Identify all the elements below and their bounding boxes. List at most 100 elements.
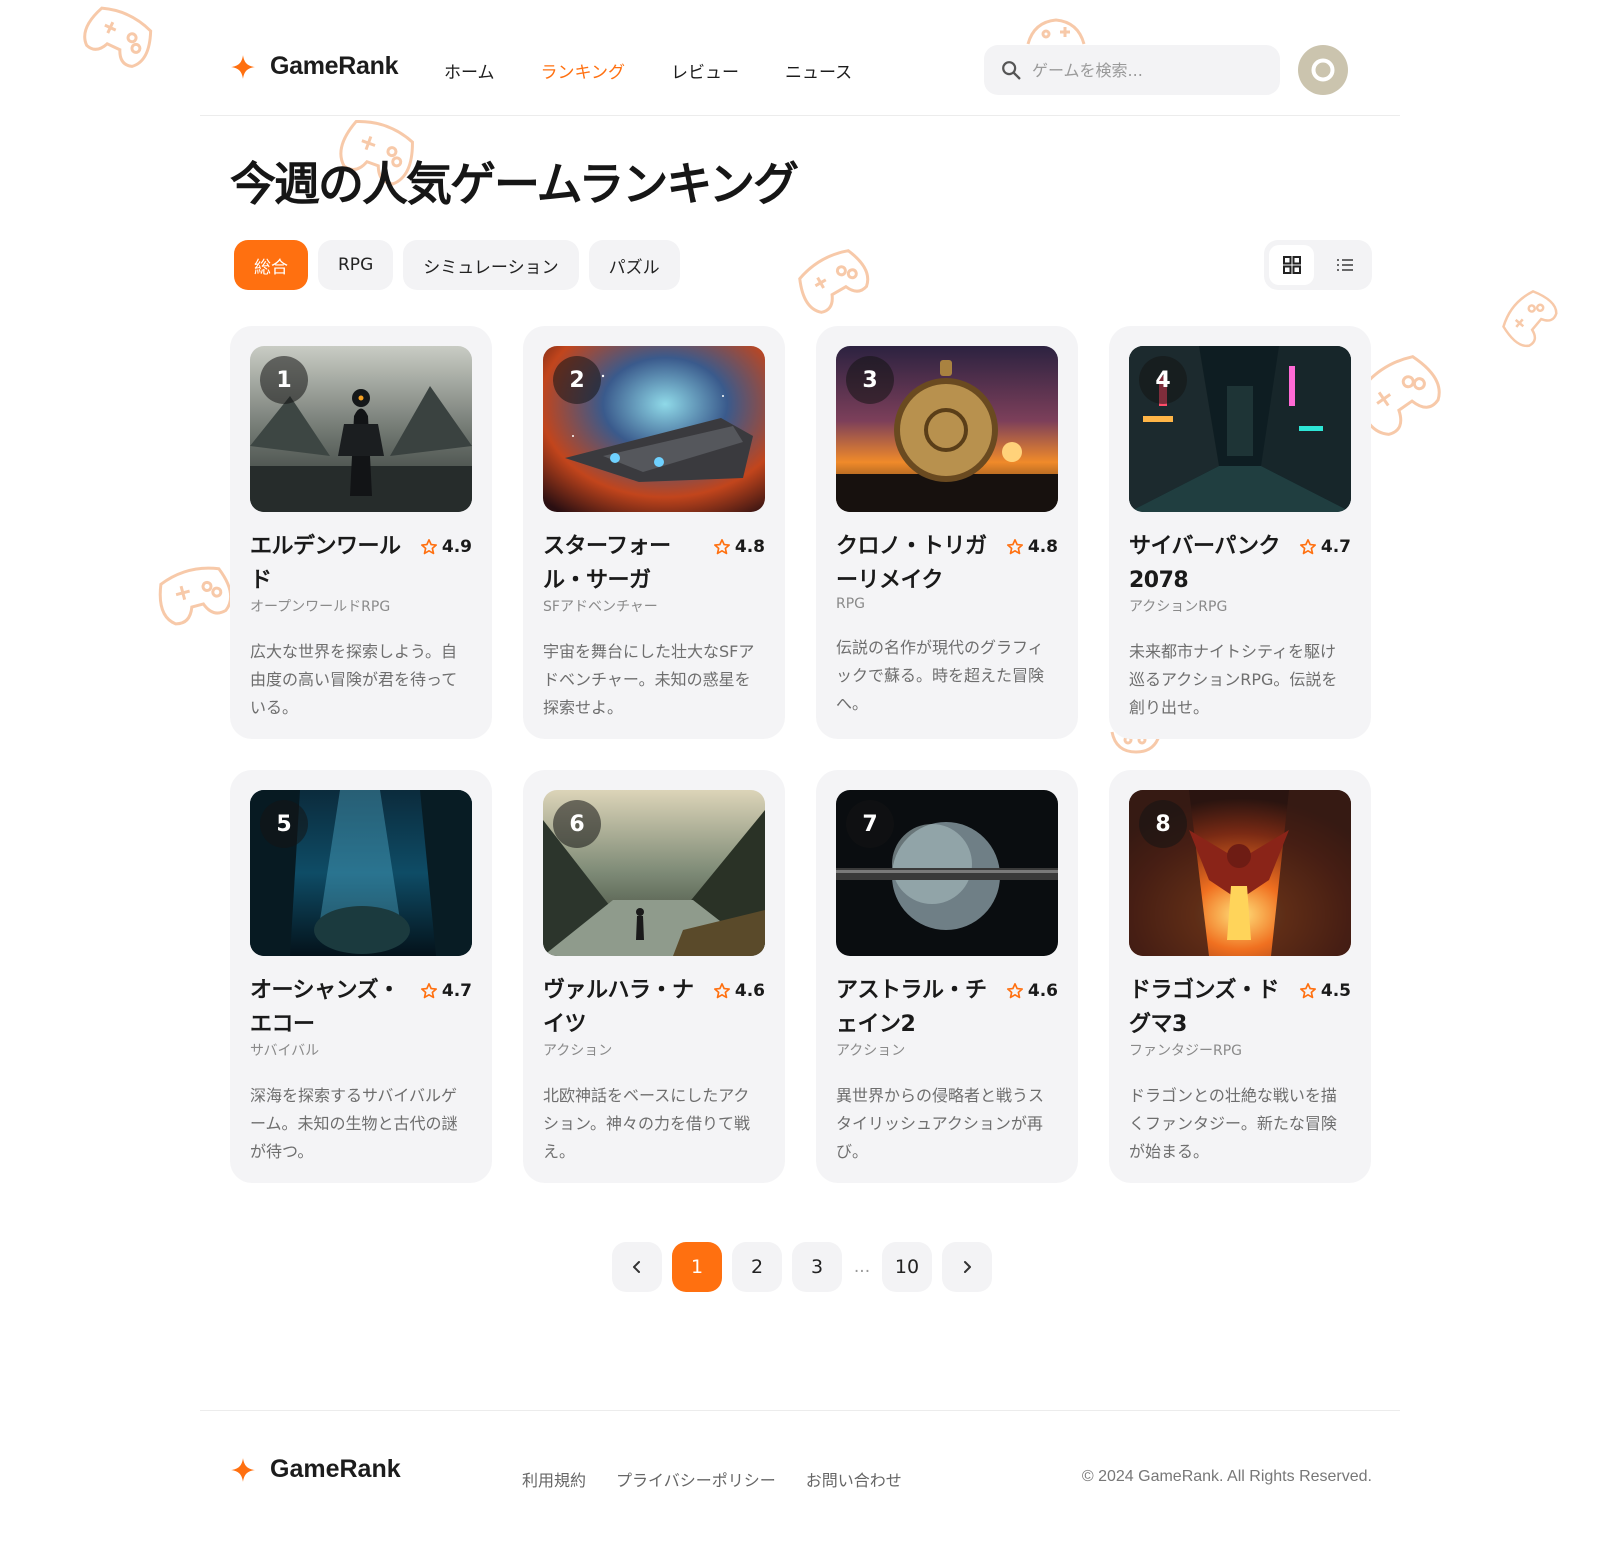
game-card[interactable]: 8 ドラゴンズ・ドグマ3 4.5 ファンタジーRPG ドラゴンとの壮絶な戦いを描… [1109, 770, 1371, 1183]
game-card[interactable]: 7 アストラル・チェイン2 4.6 アクション 異世界からの侵略者と戦うスタイリ… [816, 770, 1078, 1183]
prev-page-button[interactable] [612, 1242, 662, 1292]
rating-value: 4.7 [441, 981, 472, 1001]
page-3-button[interactable]: 3 [792, 1242, 842, 1292]
game-genre: オープンワールドRPG [250, 599, 391, 615]
nav-news[interactable]: ニュース [785, 58, 852, 83]
page-2-button[interactable]: 2 [732, 1242, 782, 1292]
game-card[interactable]: 6 ヴァルハラ・ナイツ 4.6 アクション 北欧神話をベースにしたアクション。神… [523, 770, 785, 1183]
brand[interactable]: GameRank [230, 52, 399, 81]
grid-view-button[interactable] [1269, 245, 1314, 285]
rank-badge: 2 [553, 356, 601, 404]
game-card[interactable]: 1 エルデンワールド 4.9 オープンワールドRPG 広大な世界を探索しよう。自… [230, 326, 492, 739]
chevron-right-icon [964, 1261, 971, 1273]
sparkle-icon [231, 54, 255, 79]
rating: 4.8 [1006, 530, 1058, 564]
game-thumbnail: 8 [1129, 790, 1351, 956]
nav-ranking[interactable]: ランキング [541, 58, 626, 83]
star-icon [1006, 539, 1023, 555]
game-title: アストラル・チェイン2 [836, 978, 987, 1037]
game-title: ドラゴンズ・ドグマ3 [1129, 978, 1280, 1037]
ranking-grid: 1 エルデンワールド 4.9 オープンワールドRPG 広大な世界を探索しよう。自… [230, 326, 1374, 1183]
rank-badge: 4 [1139, 356, 1187, 404]
main-nav: ホーム ランキング レビュー ニュース [444, 58, 852, 83]
controller-doodle-icon [798, 249, 870, 314]
game-genre: サバイバル [250, 1043, 320, 1059]
rating: 4.6 [713, 974, 765, 1008]
game-title: スターフォール・サーガ [543, 534, 671, 593]
list-view-button[interactable] [1322, 245, 1367, 285]
search-icon [1002, 61, 1021, 80]
footer-brand-name: GameRank [270, 1455, 401, 1483]
site-footer: GameRank 利用規約 プライバシーポリシー お問い合わせ © 2024 G… [200, 1410, 1400, 1552]
star-icon [420, 539, 437, 555]
game-card[interactable]: 4 サイバーパンク2078 4.7 アクションRPG 未来都市ナイトシティを駆け… [1109, 326, 1371, 739]
game-genre: アクション [543, 1043, 613, 1059]
game-description: ドラゴンとの壮絶な戦いを描くファンタジー。新たな冒険が始まる。 [1129, 1086, 1337, 1161]
star-icon [1299, 539, 1316, 555]
game-title: オーシャンズ・エコー [250, 978, 400, 1037]
chevron-left-icon [633, 1261, 640, 1273]
game-card[interactable]: 2 スターフォール・サーガ 4.8 SFアドベンチャー 宇宙を舞台にした壮大なS… [523, 326, 785, 739]
game-genre: ファンタジーRPG [1129, 1043, 1243, 1059]
search-input[interactable] [1032, 60, 1252, 80]
rating-value: 4.6 [1027, 981, 1058, 1001]
rank-badge: 8 [1139, 800, 1187, 848]
footer-link-privacy[interactable]: プライバシーポリシー [616, 1467, 776, 1491]
game-thumbnail: 5 [250, 790, 472, 956]
star-icon [713, 539, 730, 555]
page-1-button[interactable]: 1 [672, 1242, 722, 1292]
copyright: © 2024 GameRank. All Rights Reserved. [1081, 1468, 1372, 1485]
game-title: エルデンワールド [250, 534, 401, 593]
nav-home[interactable]: ホーム [444, 58, 495, 83]
footer-link-contact[interactable]: お問い合わせ [806, 1467, 902, 1491]
rating: 4.7 [420, 974, 472, 1008]
rating: 4.9 [420, 530, 472, 564]
rating: 4.7 [1299, 530, 1351, 564]
filter-all[interactable]: 総合 [234, 240, 308, 290]
game-description: 深海を探索するサバイバルゲーム。未知の生物と古代の謎が待つ。 [250, 1086, 458, 1161]
footer-link-terms[interactable]: 利用規約 [522, 1467, 586, 1491]
controller-doodle-icon [83, 6, 153, 68]
footer-brand[interactable]: GameRank [230, 1455, 401, 1484]
game-thumbnail: 6 [543, 790, 765, 956]
rating: 4.8 [713, 530, 765, 564]
rating-value: 4.9 [441, 537, 472, 557]
view-toggle [1264, 240, 1372, 290]
rating-value: 4.8 [1027, 537, 1058, 557]
rating: 4.5 [1299, 974, 1351, 1008]
controller-doodle-icon [158, 566, 233, 626]
filter-puzzle[interactable]: パズル [588, 240, 680, 290]
game-thumbnail: 7 [836, 790, 1058, 956]
game-genre: SFアドベンチャー [543, 599, 658, 615]
game-description: 北欧神話をベースにしたアクション。神々の力を借りて戦え。 [543, 1086, 751, 1161]
game-card[interactable]: 5 オーシャンズ・エコー 4.7 サバイバル 深海を探索するサバイバルゲーム。未… [230, 770, 492, 1183]
grid-icon [1282, 256, 1301, 274]
game-thumbnail: 1 [250, 346, 472, 512]
rating-value: 4.5 [1320, 981, 1351, 1001]
search-box[interactable] [984, 45, 1280, 95]
next-page-button[interactable] [942, 1242, 992, 1292]
rank-badge: 1 [260, 356, 308, 404]
rank-badge: 7 [846, 800, 894, 848]
filter-simulation[interactable]: シミュレーション [403, 240, 579, 290]
filter-rpg[interactable]: RPG [318, 240, 394, 290]
game-description: 異世界からの侵略者と戦うスタイリッシュアクションが再び。 [836, 1086, 1045, 1161]
site-header: GameRank ホーム ランキング レビュー ニュース [200, 0, 1400, 116]
avatar[interactable] [1298, 45, 1348, 95]
game-title: サイバーパンク2078 [1129, 534, 1280, 593]
brand-name: GameRank [270, 52, 399, 80]
list-icon [1336, 259, 1353, 271]
pagination: 1 2 3 ... 10 [612, 1242, 992, 1292]
footer-links: 利用規約 プライバシーポリシー お問い合わせ [522, 1467, 902, 1491]
controller-doodle-icon [1502, 290, 1558, 348]
game-thumbnail: 2 [543, 346, 765, 512]
category-filters: 総合 RPG シミュレーション パズル [234, 240, 680, 290]
game-description: 宇宙を舞台にした壮大なSFアドベンチャー。未知の惑星を探索せよ。 [543, 642, 755, 717]
game-genre: アクション [836, 1043, 906, 1059]
game-card[interactable]: 3 クロノ・トリガーリメイク 4.8 RPG 伝説の名作が現代のグラフィックで蘇… [816, 326, 1078, 739]
nav-review[interactable]: レビュー [671, 58, 739, 83]
game-thumbnail: 4 [1129, 346, 1351, 512]
game-genre: RPG [836, 596, 866, 612]
rating-value: 4.7 [1320, 537, 1351, 557]
page-last-button[interactable]: 10 [882, 1242, 932, 1292]
